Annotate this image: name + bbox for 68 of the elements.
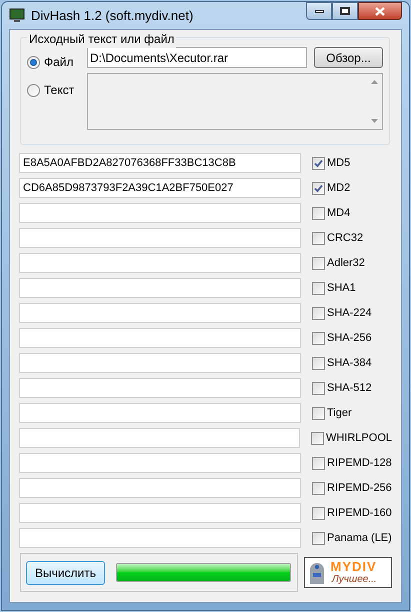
- checkbox[interactable]: [312, 356, 325, 370]
- checkbox[interactable]: [312, 456, 325, 470]
- checkbox[interactable]: [312, 332, 325, 344]
- hash-field[interactable]: [19, 278, 301, 298]
- window-title: DivHash 1.2 (soft.mydiv.net): [31, 6, 194, 25]
- logo-brand: MYDIV: [330, 560, 377, 573]
- radio-button[interactable]: [27, 84, 40, 96]
- checkbox-label[interactable]: MD5: [327, 154, 350, 172]
- checkbox[interactable]: [312, 532, 325, 544]
- checkbox-label[interactable]: SHA-384: [327, 354, 372, 372]
- checkbox-label[interactable]: RIPEMD-128: [327, 454, 392, 472]
- compute-button[interactable]: Вычислить: [26, 560, 105, 584]
- hash-field[interactable]: [19, 203, 301, 223]
- checkbox-label[interactable]: Adler32: [327, 254, 365, 272]
- checkbox-label[interactable]: CRC32: [327, 230, 364, 246]
- hash-field[interactable]: [19, 428, 300, 448]
- checkbox-label[interactable]: SHA1: [327, 280, 356, 296]
- radio-button[interactable]: [27, 56, 40, 68]
- browse-button[interactable]: Обзор...: [314, 47, 383, 68]
- checkbox[interactable]: [312, 406, 325, 420]
- checkbox[interactable]: [312, 206, 325, 220]
- checkbox[interactable]: [312, 282, 325, 294]
- hash-field[interactable]: [19, 253, 301, 273]
- radio-label[interactable]: Файл: [44, 53, 74, 71]
- hash-field[interactable]: [19, 503, 301, 523]
- checkbox-label[interactable]: RIPEMD-160: [327, 504, 392, 522]
- checkbox[interactable]: [312, 506, 325, 520]
- checkbox[interactable]: [312, 306, 325, 320]
- hash-field[interactable]: CD6A85D9873793F2A39C1A2BF750E027: [19, 178, 301, 198]
- file-path-field[interactable]: D:\Documents\Xecutor.rar: [87, 47, 307, 68]
- checkbox-label[interactable]: SHA-512: [327, 380, 372, 396]
- checkbox-label[interactable]: WHIRLPOOL: [326, 430, 392, 446]
- hash-field[interactable]: [19, 328, 301, 348]
- maximize-button[interactable]: [332, 2, 358, 20]
- hash-field[interactable]: [19, 478, 301, 498]
- checkbox-label[interactable]: Panama (LE): [327, 530, 392, 546]
- hash-field[interactable]: [19, 228, 301, 248]
- hash-field[interactable]: [19, 303, 301, 323]
- hash-field[interactable]: [19, 453, 301, 473]
- hash-field[interactable]: [19, 353, 301, 373]
- minimize-icon: [314, 10, 324, 12]
- checkbox[interactable]: [310, 432, 324, 444]
- hash-field[interactable]: E8A5A0AFBD2A827076368FF33BC13C8B: [19, 153, 301, 173]
- hash-field[interactable]: [19, 378, 301, 398]
- hash-field[interactable]: [19, 403, 301, 423]
- checkbox-label[interactable]: RIPEMD-256: [327, 480, 392, 496]
- close-icon: [375, 6, 385, 16]
- minimize-button[interactable]: [306, 2, 332, 20]
- checkbox[interactable]: [312, 156, 325, 170]
- close-button[interactable]: [358, 2, 402, 20]
- checkbox[interactable]: [312, 256, 325, 270]
- logo-slogan: Лучшее...: [332, 575, 377, 585]
- scroll-down-icon[interactable]: [370, 119, 378, 123]
- text-area[interactable]: [87, 73, 383, 130]
- checkbox-label[interactable]: MD4: [327, 204, 350, 222]
- checkbox-label[interactable]: SHA-256: [327, 330, 372, 346]
- checkbox[interactable]: [312, 482, 325, 494]
- checkbox-label[interactable]: SHA-224: [327, 304, 372, 322]
- checkbox[interactable]: [312, 232, 325, 244]
- checkbox[interactable]: [312, 382, 325, 394]
- monitor-icon: [9, 8, 25, 23]
- checkbox-label[interactable]: Tiger: [327, 404, 352, 422]
- hash-field[interactable]: [19, 528, 301, 548]
- scroll-up-icon[interactable]: [370, 80, 378, 84]
- checkbox-label[interactable]: MD2: [327, 180, 350, 196]
- radio-label[interactable]: Текст: [44, 81, 74, 99]
- maximize-icon: [340, 7, 350, 15]
- checkbox[interactable]: [312, 182, 325, 194]
